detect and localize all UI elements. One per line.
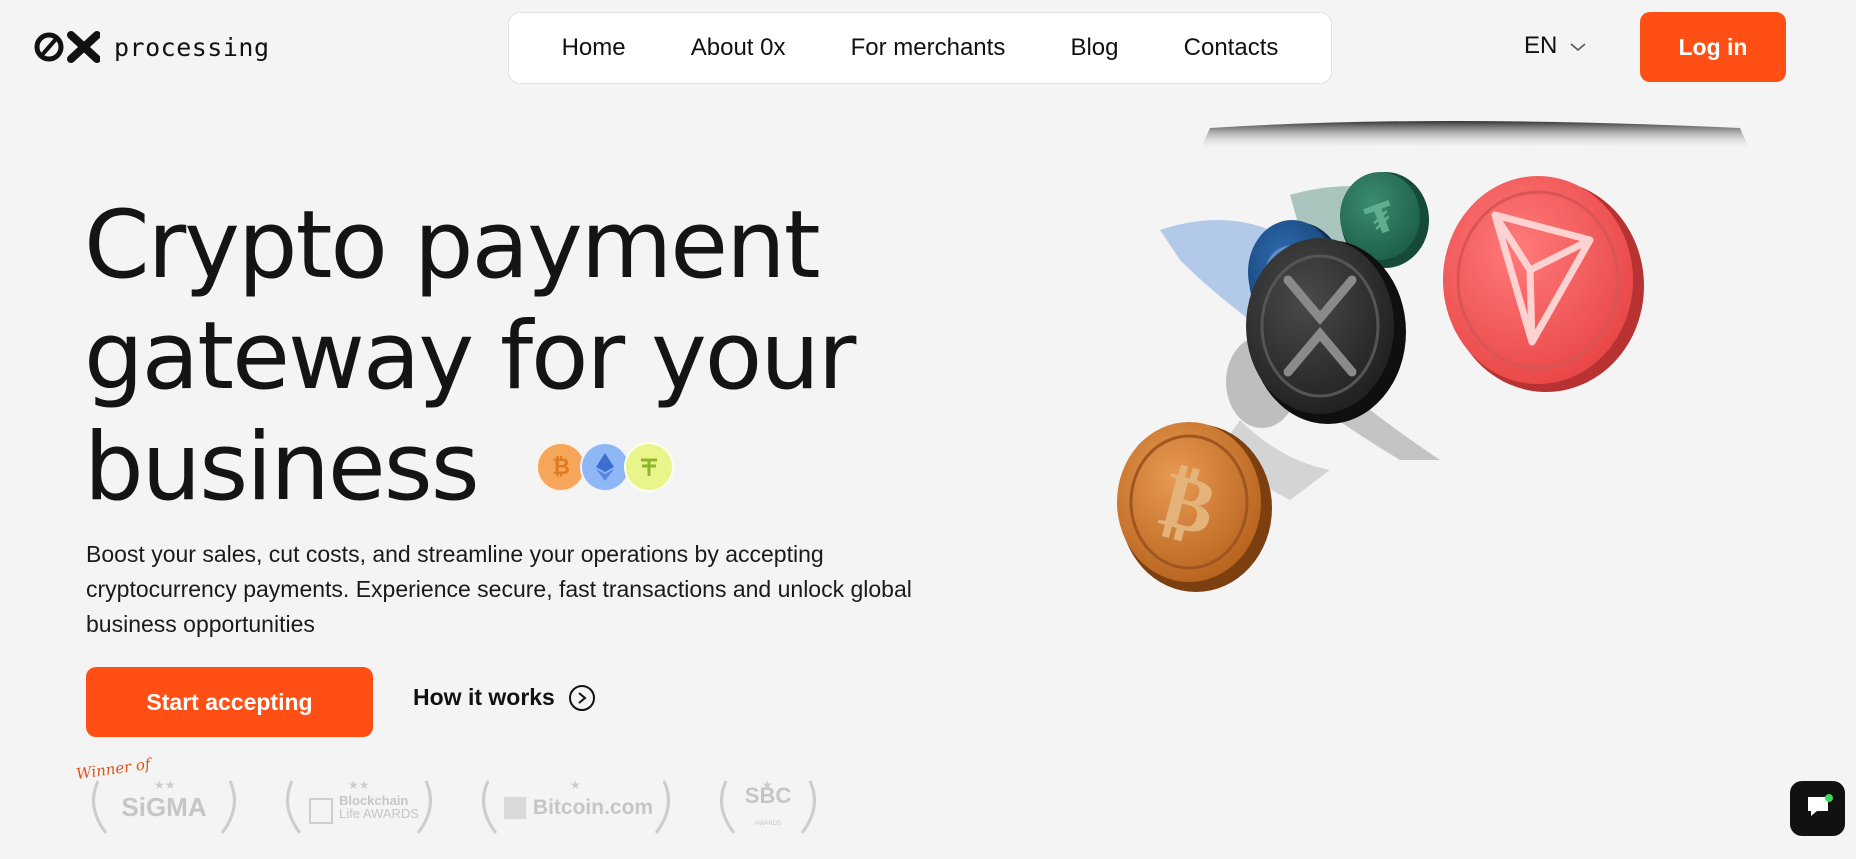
hero-title: Crypto payment gateway for your business bbox=[84, 190, 984, 523]
nav-contacts[interactable]: Contacts bbox=[1184, 34, 1279, 62]
tether-icon bbox=[624, 442, 674, 492]
svg-text:★★: ★★ bbox=[348, 778, 370, 792]
award-blockchain-life: ★★ Blockchain Life AWARDS bbox=[278, 775, 440, 839]
award-subtitle: AWARDS bbox=[755, 821, 781, 827]
chat-button[interactable] bbox=[1790, 781, 1845, 836]
award-name: SBC AWARDS bbox=[745, 785, 791, 829]
award-name: SiGMA bbox=[121, 792, 207, 822]
award-sbc: ★ SBC AWARDS bbox=[712, 775, 824, 839]
awards-row: ★★ SiGMA ★★ Blockchain Life AWARDS ★ Bit… bbox=[84, 775, 824, 839]
nav-home[interactable]: Home bbox=[562, 34, 626, 62]
nav-for-merchants[interactable]: For merchants bbox=[851, 34, 1006, 62]
ethereum-icon bbox=[580, 442, 630, 492]
chevron-right-circle-icon bbox=[568, 684, 595, 711]
award-sigma: ★★ SiGMA bbox=[84, 775, 244, 839]
award-name: Blockchain Life AWARDS bbox=[299, 794, 419, 820]
main-nav: Home About 0x For merchants Blog Contact… bbox=[508, 12, 1332, 84]
login-button[interactable]: Log in bbox=[1640, 12, 1786, 82]
how-it-works-label: How it works bbox=[413, 684, 555, 710]
zero-x-logo-icon bbox=[34, 30, 100, 64]
coin-badges: ₿ bbox=[536, 442, 674, 496]
start-accepting-button[interactable]: Start accepting bbox=[86, 667, 373, 737]
tron-coin bbox=[1443, 176, 1644, 392]
nav-blog[interactable]: Blog bbox=[1070, 34, 1118, 62]
hero-title-line: Crypto payment bbox=[84, 191, 821, 300]
language-selector[interactable]: EN bbox=[1524, 32, 1587, 60]
how-it-works-link[interactable]: How it works bbox=[413, 684, 595, 711]
nav-about[interactable]: About 0x bbox=[691, 34, 786, 62]
bitcoin-icon: ₿ bbox=[536, 442, 586, 492]
language-label: EN bbox=[1524, 32, 1558, 59]
shadow-bar bbox=[1200, 121, 1750, 150]
award-title: SBC bbox=[744, 783, 792, 808]
online-status-dot bbox=[1825, 794, 1833, 802]
award-bitcoin-com: ★ Bitcoin.com bbox=[474, 775, 678, 839]
logo-text: processing bbox=[114, 32, 270, 62]
logo[interactable]: processing bbox=[34, 30, 270, 64]
chevron-down-icon bbox=[1569, 32, 1587, 60]
award-subtitle: Life AWARDS bbox=[339, 806, 419, 821]
hero-title-line: gateway for your bbox=[84, 302, 856, 411]
svg-text:★★: ★★ bbox=[154, 778, 176, 792]
hero-description: Boost your sales, cut costs, and streaml… bbox=[86, 541, 912, 637]
hero-title-line: business bbox=[84, 413, 480, 522]
svg-text:★: ★ bbox=[570, 778, 581, 792]
crypto-coins-illustration: ₮ ₿ bbox=[1100, 120, 1760, 610]
award-name: Bitcoin.com bbox=[532, 795, 654, 819]
